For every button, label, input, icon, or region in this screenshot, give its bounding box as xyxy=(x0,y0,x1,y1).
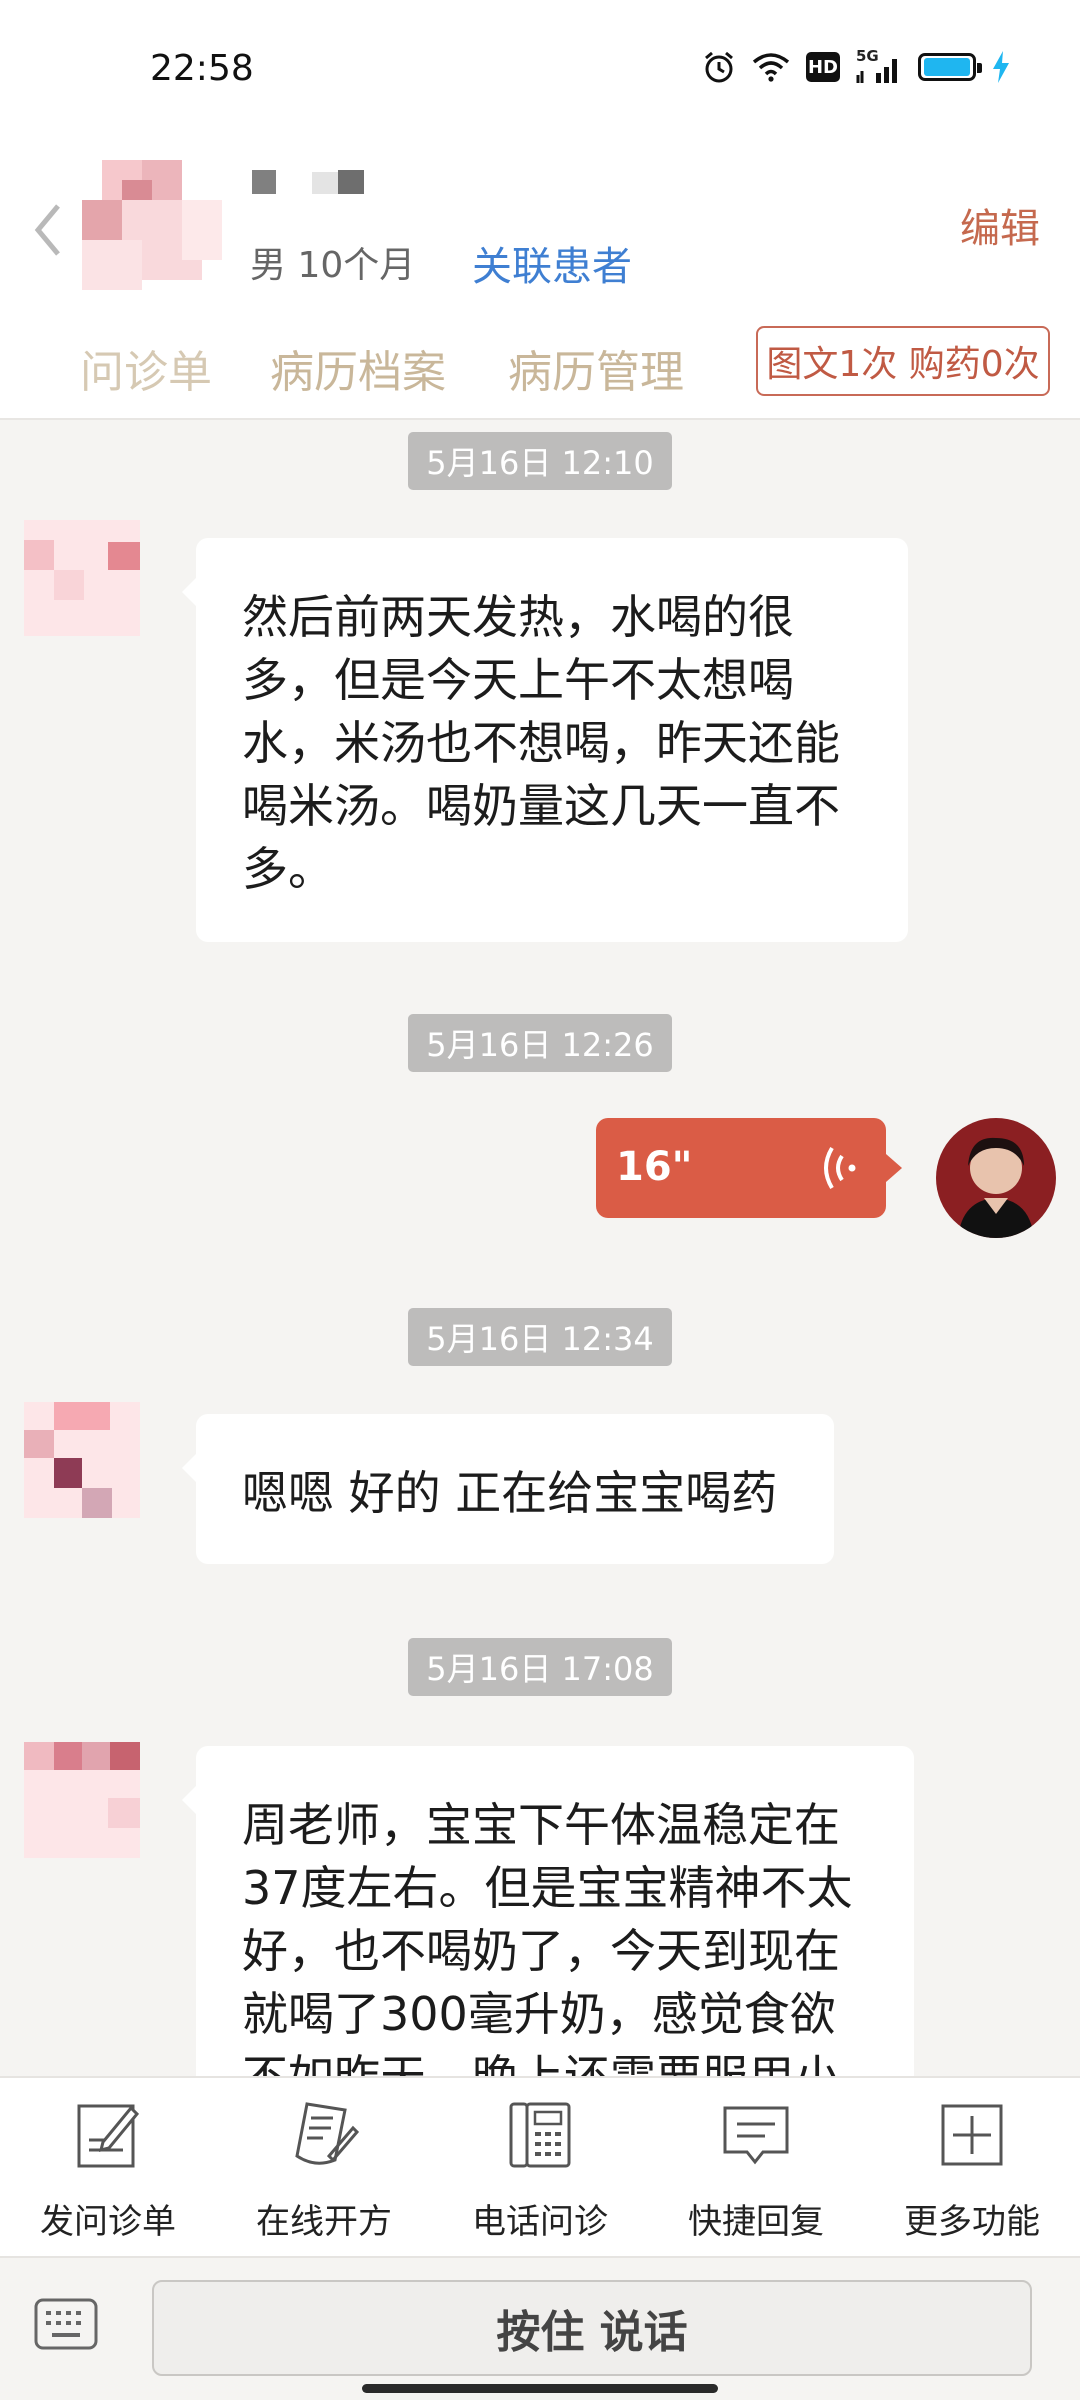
patient-avatar[interactable] xyxy=(82,160,224,302)
message-timestamp: 5月16日 12:34 xyxy=(408,1308,672,1366)
chat-area[interactable]: 5月16日 12:10 然后前两天发热，水喝的很 多，但是今天上午不太想喝 水，… xyxy=(0,420,1080,2076)
toolbar-label: 电话问诊 xyxy=(472,2202,608,2242)
back-icon[interactable] xyxy=(28,200,68,260)
message-line: 嗯嗯 好的 正在给宝宝喝药 xyxy=(242,1466,778,1520)
charging-icon xyxy=(992,51,1010,83)
voice-duration: 16" xyxy=(616,1144,693,1190)
message-line: 喝米汤。喝奶量这几天一直不 xyxy=(242,779,840,833)
status-icons: HD 5G xyxy=(702,47,1010,84)
battery-icon xyxy=(918,53,982,81)
patient-meta: 男 10个月 xyxy=(250,245,416,286)
patient-name xyxy=(252,170,372,202)
message-timestamp: 5月16日 12:26 xyxy=(408,1014,672,1072)
toolbar-label: 发问诊单 xyxy=(40,2202,176,2242)
message-line: 就喝了300毫升奶，感觉食欲 xyxy=(242,1987,836,2041)
status-bar: 22:58 HD 5G xyxy=(0,0,1080,140)
message-line: 周老师，宝宝下午体温稳定在 xyxy=(242,1798,840,1852)
patient-message-avatar xyxy=(24,1742,140,1858)
message-bubble[interactable]: 周老师，宝宝下午体温稳定在 37度左右。但是宝宝精神不太 好，也不喝奶了，今天到… xyxy=(182,1746,914,2076)
patient-message-avatar xyxy=(24,1402,140,1518)
message-timestamp: 5月16日 12:10 xyxy=(408,432,672,490)
network-label: 5G xyxy=(856,47,879,65)
send-consult-form-button[interactable]: 发问诊单 xyxy=(0,2098,216,2248)
input-bar: 按住 说话 xyxy=(0,2258,1080,2400)
plus-square-icon xyxy=(941,2104,1003,2166)
toolbar-label: 更多功能 xyxy=(904,2202,1040,2242)
battery-level xyxy=(924,58,970,76)
tab-medical-management[interactable]: 病历管理 xyxy=(508,336,684,400)
toolbar-label: 快捷回复 xyxy=(688,2202,824,2242)
message-line: 水，米汤也不想喝，昨天还能 xyxy=(242,716,840,770)
tab-medical-archive[interactable]: 病历档案 xyxy=(270,336,446,400)
message-timestamp: 5月16日 17:08 xyxy=(408,1638,672,1696)
home-indicator[interactable] xyxy=(362,2384,718,2393)
quick-reply-button[interactable]: 快捷回复 xyxy=(648,2098,864,2248)
more-functions-button[interactable]: 更多功能 xyxy=(864,2098,1080,2248)
message-line: 多，但是今天上午不太想喝 xyxy=(242,653,794,707)
toolbar-label: 在线开方 xyxy=(256,2202,392,2242)
edit-button[interactable]: 编辑 xyxy=(960,196,1040,254)
message-line: 不如昨天，晚上还需要服用小 xyxy=(242,2046,868,2076)
hd-icon: HD xyxy=(806,52,840,82)
hold-to-talk-button[interactable]: 按住 说话 xyxy=(152,2280,1032,2376)
signal-icon: 5G xyxy=(856,47,902,83)
tab-consult-form[interactable]: 问诊单 xyxy=(80,336,212,400)
message-line: 好，也不喝奶了，今天到现在 xyxy=(242,1924,840,1978)
phone-consult-button[interactable]: 电话问诊 xyxy=(432,2098,648,2248)
message-bubble[interactable]: 嗯嗯 好的 正在给宝宝喝药 xyxy=(182,1414,834,1564)
message-line: 多。 xyxy=(242,842,334,896)
record-tabs: 问诊单 病历档案 病历管理 图文1次 购药0次 xyxy=(0,326,1080,406)
chat-bubble-icon xyxy=(723,2106,789,2165)
keyboard-icon[interactable] xyxy=(34,2298,98,2350)
doctor-avatar[interactable] xyxy=(936,1118,1056,1238)
status-time: 22:58 xyxy=(150,48,254,89)
wifi-icon xyxy=(752,52,790,82)
alarm-icon xyxy=(702,50,736,84)
phone-icon xyxy=(509,2102,571,2168)
message-line: 然后前两天发热，水喝的很 xyxy=(242,590,794,644)
consult-quota-badge[interactable]: 图文1次 购药0次 xyxy=(756,326,1050,396)
function-toolbar: 发问诊单 在线开方 电话问诊 快捷回复 更多功能 xyxy=(0,2076,1080,2258)
message-line: 37度左右。但是宝宝精神不太 xyxy=(242,1861,853,1915)
voice-wave-icon xyxy=(808,1140,864,1196)
prescription-icon xyxy=(295,2102,359,2165)
link-patient-button[interactable]: 关联患者 xyxy=(472,234,632,292)
form-edit-icon xyxy=(77,2104,140,2168)
voice-message[interactable]: 16" xyxy=(596,1118,902,1218)
patient-message-avatar xyxy=(24,520,140,636)
message-bubble[interactable]: 然后前两天发热，水喝的很 多，但是今天上午不太想喝 水，米汤也不想喝，昨天还能 … xyxy=(182,538,908,942)
online-prescription-button[interactable]: 在线开方 xyxy=(216,2098,432,2248)
chat-header: 男 10个月 关联患者 编辑 问诊单 病历档案 病历管理 图文1次 购药0次 xyxy=(0,140,1080,420)
